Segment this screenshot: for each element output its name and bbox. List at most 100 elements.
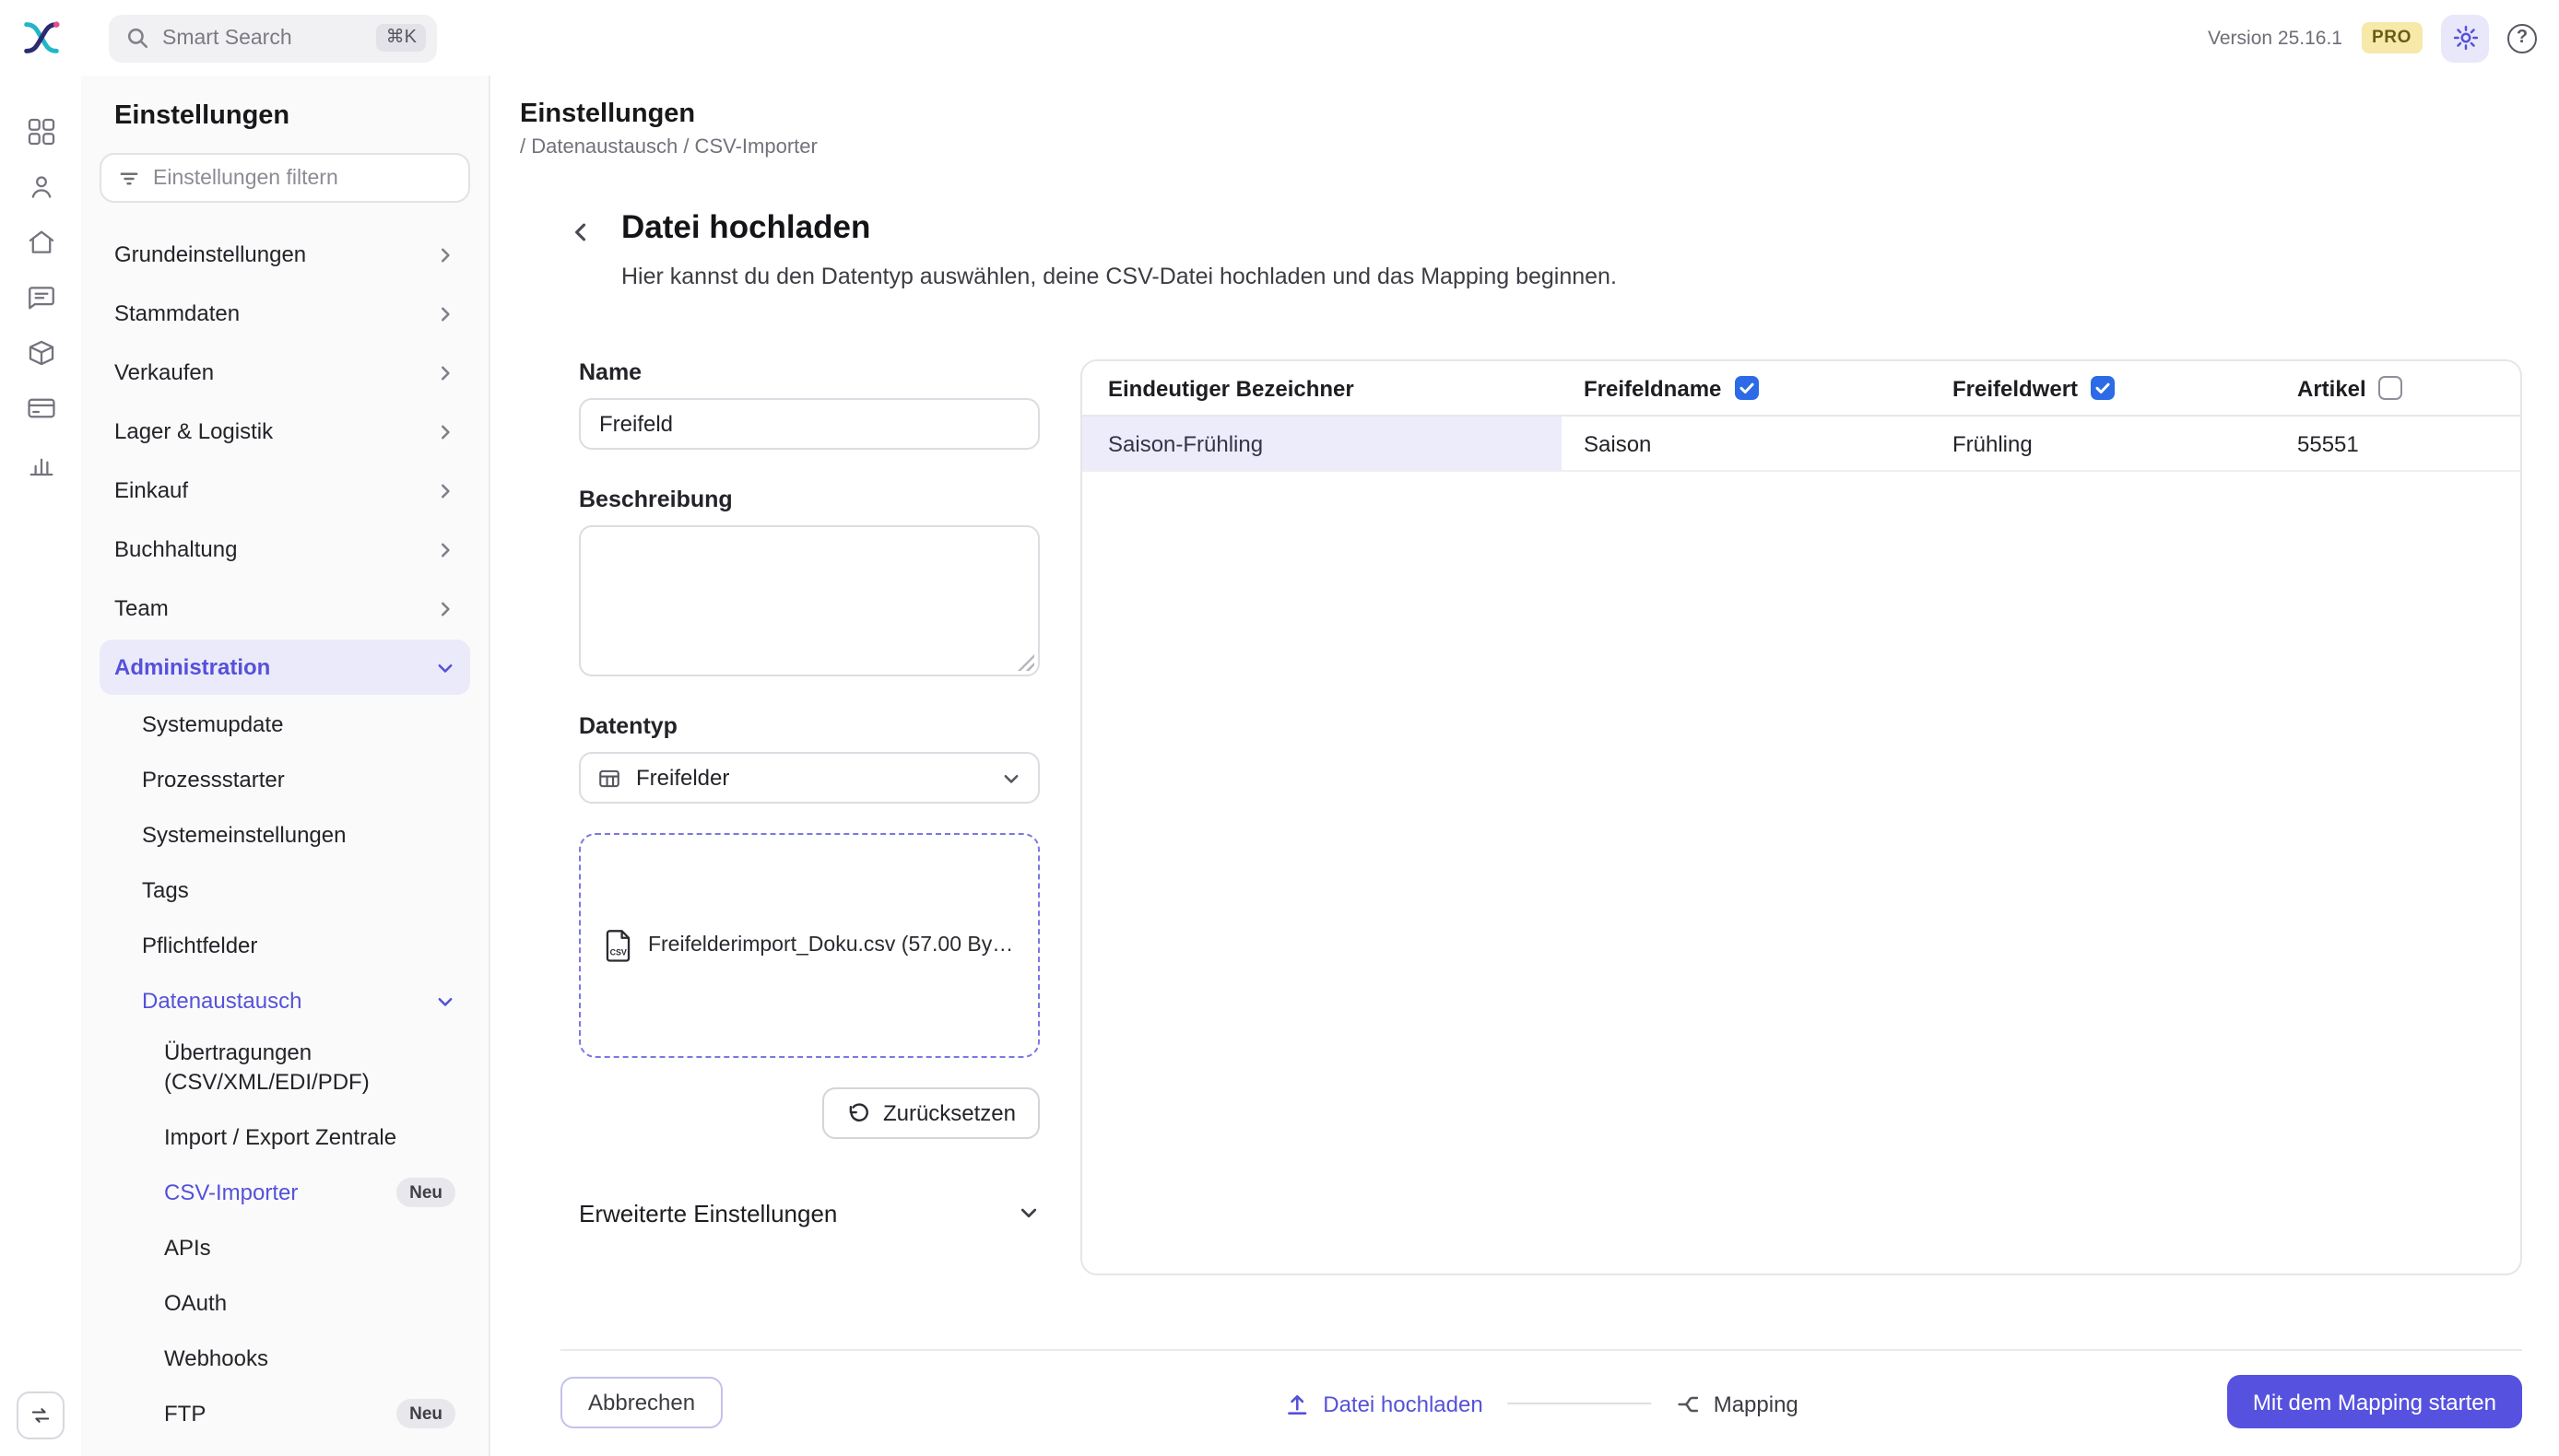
file-dropzone[interactable]: CSV Freifelderimport_Doku.csv (57.00 Byt… — [579, 833, 1040, 1058]
freifeldwert-checkbox[interactable] — [2091, 376, 2116, 400]
name-input[interactable] — [579, 398, 1040, 450]
sidebar-item-systemeinstellungen[interactable]: Systemeinstellungen — [100, 809, 470, 861]
cell-freifeldwert: Frühling — [1952, 430, 2033, 456]
table-header-row: Eindeutiger Bezeichner Freifeldname Frei… — [1082, 361, 2520, 417]
artikel-checkbox[interactable] — [2378, 376, 2403, 400]
sidebar-item-administration[interactable]: Administration — [100, 640, 470, 695]
chevron-down-icon — [1001, 768, 1021, 788]
cell-bezeichner: Saison-Frühling — [1082, 417, 1562, 470]
sidebar-item-uebertragungen[interactable]: Übertragungen (CSV/XML/EDI/PDF) — [100, 1030, 470, 1108]
step-subtitle: Hier kannst du den Datentyp auswählen, d… — [621, 264, 1617, 289]
content-row: Name Beschreibung Datentyp — [560, 359, 2522, 1275]
table-icon — [597, 766, 621, 790]
sidebar-item-systemupdate[interactable]: Systemupdate — [100, 699, 470, 750]
uploaded-file-name: Freifelderimport_Doku.csv (57.00 Byte... — [647, 934, 1016, 957]
settings-sidebar: Einstellungen Grundeinstellungen Stammda… — [81, 76, 490, 1456]
sidebar-item-apis[interactable]: APIs — [100, 1222, 470, 1274]
step-mapping[interactable]: Mapping — [1675, 1391, 1798, 1416]
sidebar-item-einkauf[interactable]: Einkauf — [100, 463, 470, 518]
chevron-down-icon — [435, 657, 455, 677]
sidebar-menu: Grundeinstellungen Stammdaten Verkaufen … — [100, 227, 470, 1439]
payments-icon[interactable] — [25, 393, 56, 424]
sidebar-item-verkaufen[interactable]: Verkaufen — [100, 345, 470, 400]
check-icon — [2095, 382, 2110, 393]
chevron-right-icon — [435, 244, 455, 264]
sidebar-item-prozessstarter[interactable]: Prozessstarter — [100, 754, 470, 805]
dashboard-icon[interactable] — [25, 116, 56, 147]
csv-file-icon: CSV — [606, 930, 631, 962]
upload-form: Name Beschreibung Datentyp — [579, 359, 1040, 1275]
chevron-right-icon — [435, 598, 455, 618]
advanced-settings-toggle[interactable]: Erweiterte Einstellungen — [579, 1183, 1040, 1242]
pro-badge: PRO — [2361, 22, 2423, 53]
wizard-stepper: Datei hochladen Mapping — [1284, 1391, 1798, 1416]
search-input[interactable] — [162, 27, 364, 49]
sidebar-item-webhooks[interactable]: Webhooks — [100, 1333, 470, 1384]
app-logo[interactable] — [0, 17, 81, 59]
column-header-freifeldwert: Freifeldwert — [1930, 361, 2275, 415]
sidebar-title: Einstellungen — [114, 101, 290, 131]
freifeldname-checkbox[interactable] — [1734, 376, 1759, 400]
sidebar-item-buchhaltung[interactable]: Buchhaltung — [100, 522, 470, 577]
chevron-right-icon — [435, 303, 455, 323]
datatype-label: Datentyp — [579, 713, 678, 739]
sidebar-item-datenaustausch[interactable]: Datenaustausch — [100, 975, 470, 1027]
step-datei-hochladen[interactable]: Datei hochladen — [1284, 1391, 1483, 1416]
reset-button[interactable]: Zurücksetzen — [821, 1087, 1040, 1139]
cancel-button[interactable]: Abbrechen — [560, 1376, 724, 1427]
description-label: Beschreibung — [579, 487, 733, 512]
sidebar-filter-input[interactable] — [153, 167, 452, 189]
inventory-icon[interactable] — [25, 337, 56, 369]
sidebar-item-ftp[interactable]: FTP Neu — [100, 1388, 470, 1439]
cell-artikel: 55551 — [2297, 430, 2359, 456]
chat-icon[interactable] — [25, 282, 56, 313]
sidebar-item-import-export-zentrale[interactable]: Import / Export Zentrale — [100, 1111, 470, 1163]
chevron-right-icon — [435, 421, 455, 441]
sidebar-item-lager-logistik[interactable]: Lager & Logistik — [100, 404, 470, 459]
sidebar-item-tags[interactable]: Tags — [100, 864, 470, 916]
sidebar-item-grundeinstellungen[interactable]: Grundeinstellungen — [100, 227, 470, 282]
sidebar-item-csv-importer[interactable]: CSV-Importer Neu — [100, 1167, 470, 1218]
mapping-icon — [1677, 1395, 1698, 1412]
start-mapping-button[interactable]: Mit dem Mapping starten — [2226, 1375, 2522, 1428]
filter-icon — [118, 167, 140, 189]
contacts-icon[interactable] — [25, 171, 56, 203]
wizard-footer: Abbrechen Datei hochladen Mapping Mit de… — [560, 1349, 2522, 1456]
table-row[interactable]: Saison-Frühling Saison Frühling 55551 — [1082, 417, 2520, 472]
column-header-artikel: Artikel — [2275, 361, 2520, 415]
datatype-select[interactable]: Freifelder — [579, 752, 1040, 804]
chevron-right-icon — [435, 362, 455, 382]
description-textarea[interactable] — [581, 527, 1038, 675]
cell-freifeldname: Saison — [1584, 430, 1652, 456]
main-content: Einstellungen / Datenaustausch / CSV-Imp… — [490, 76, 2559, 1456]
settings-button[interactable] — [2441, 14, 2489, 62]
gear-icon — [2452, 25, 2478, 51]
help-icon[interactable]: ? — [2507, 23, 2537, 53]
home-icon[interactable] — [25, 227, 56, 258]
app-window: ⌘K Version 25.16.1 PRO ? — [0, 0, 2559, 1456]
reset-icon — [849, 1102, 868, 1121]
chevron-right-icon — [435, 539, 455, 559]
breadcrumb[interactable]: / Datenaustausch / CSV-Importer — [520, 136, 2530, 159]
analytics-icon[interactable] — [25, 448, 56, 479]
neu-badge: Neu — [396, 1399, 455, 1428]
step-title: Datei hochladen — [621, 208, 871, 245]
topbar: ⌘K Version 25.16.1 PRO ? — [0, 0, 2559, 76]
step-separator — [1506, 1403, 1651, 1404]
sidebar-item-oauth[interactable]: OAuth — [100, 1277, 470, 1329]
main-header: Einstellungen / Datenaustausch / CSV-Imp… — [490, 76, 2559, 159]
column-header-bezeichner: Eindeutiger Bezeichner — [1108, 375, 1354, 401]
page-title: Einstellungen — [520, 100, 696, 129]
collapse-sidebar-button[interactable] — [17, 1391, 65, 1439]
csv-importer-page: Datei hochladen Hier kannst du den Daten… — [490, 159, 2559, 1456]
preview-table: Eindeutiger Bezeichner Freifeldname Frei… — [1080, 359, 2522, 1275]
icon-rail — [0, 76, 81, 1456]
neu-badge: Neu — [396, 1178, 455, 1207]
search-icon — [125, 26, 149, 50]
sidebar-item-pflichtfelder[interactable]: Pflichtfelder — [100, 920, 470, 971]
sidebar-item-stammdaten[interactable]: Stammdaten — [100, 286, 470, 341]
back-button[interactable] — [560, 212, 601, 252]
sidebar-item-team[interactable]: Team — [100, 581, 470, 636]
chevron-down-icon — [1018, 1202, 1040, 1224]
sidebar-filter — [100, 153, 470, 203]
